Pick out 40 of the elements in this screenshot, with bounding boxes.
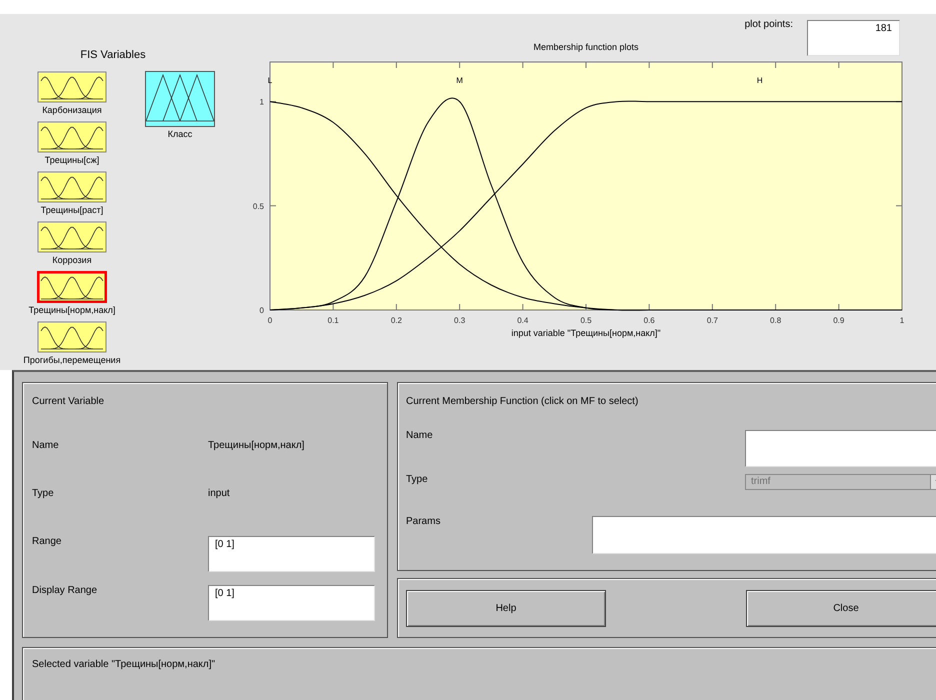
field-label: Params xyxy=(406,516,440,529)
variable-label: Трещины[сж] xyxy=(44,155,100,165)
curve-label: M xyxy=(456,76,463,85)
panel-title: Current Variable xyxy=(32,396,106,409)
y-tick-label: 1 xyxy=(260,98,264,107)
panel-title: FIS Variables xyxy=(79,49,147,61)
field-label: Display Range xyxy=(32,585,98,598)
variable-label: Прогибы,перемещения xyxy=(23,355,121,365)
field-label: Type xyxy=(32,488,55,501)
curve-label: H xyxy=(756,76,763,85)
curve-label: L xyxy=(268,76,272,85)
panel-title: Current Membership Function (click on MF to select) xyxy=(406,396,640,407)
field-label: Type xyxy=(406,474,428,487)
x-tick-label: 0 xyxy=(268,316,272,325)
variable-type: input xyxy=(208,488,231,501)
variable-label: Трещины[раст] xyxy=(40,205,104,215)
y-tick-label: 0.5 xyxy=(252,202,264,211)
x-tick-label: 0.5 xyxy=(580,316,592,325)
field-label: Range xyxy=(32,536,62,549)
status-message: Selected variable "Трещины[норм,накл]" xyxy=(32,659,216,670)
field-label: Name xyxy=(406,430,433,443)
plot-points-label: plot points: xyxy=(744,19,793,30)
x-tick-label: 1 xyxy=(900,316,904,325)
y-tick-label: 0 xyxy=(260,306,264,315)
x-tick-label: 0.9 xyxy=(833,316,844,325)
variable-label: Коррозия xyxy=(52,255,92,265)
x-tick-label: 0.6 xyxy=(644,316,655,325)
chart-title: Membership function plots xyxy=(533,42,639,52)
x-tick-label: 0.2 xyxy=(390,316,402,325)
x-tick-label: 0.8 xyxy=(770,316,782,325)
x-tick-label: 0.1 xyxy=(328,316,339,325)
variable-label: Трещины[норм,накл] xyxy=(28,305,116,315)
x-tick-label: 0.3 xyxy=(454,316,466,325)
x-tick-label: 0.4 xyxy=(517,316,528,325)
variable-name: Трещины[норм,накл] xyxy=(208,440,306,453)
field-label: Name xyxy=(32,440,60,453)
x-tick-label: 0.7 xyxy=(706,316,718,325)
variable-label: Карбонизация xyxy=(42,105,102,115)
variable-label: Класс xyxy=(168,129,192,139)
x-axis-label: input variable "Трещины[норм,накл]" xyxy=(511,328,661,338)
